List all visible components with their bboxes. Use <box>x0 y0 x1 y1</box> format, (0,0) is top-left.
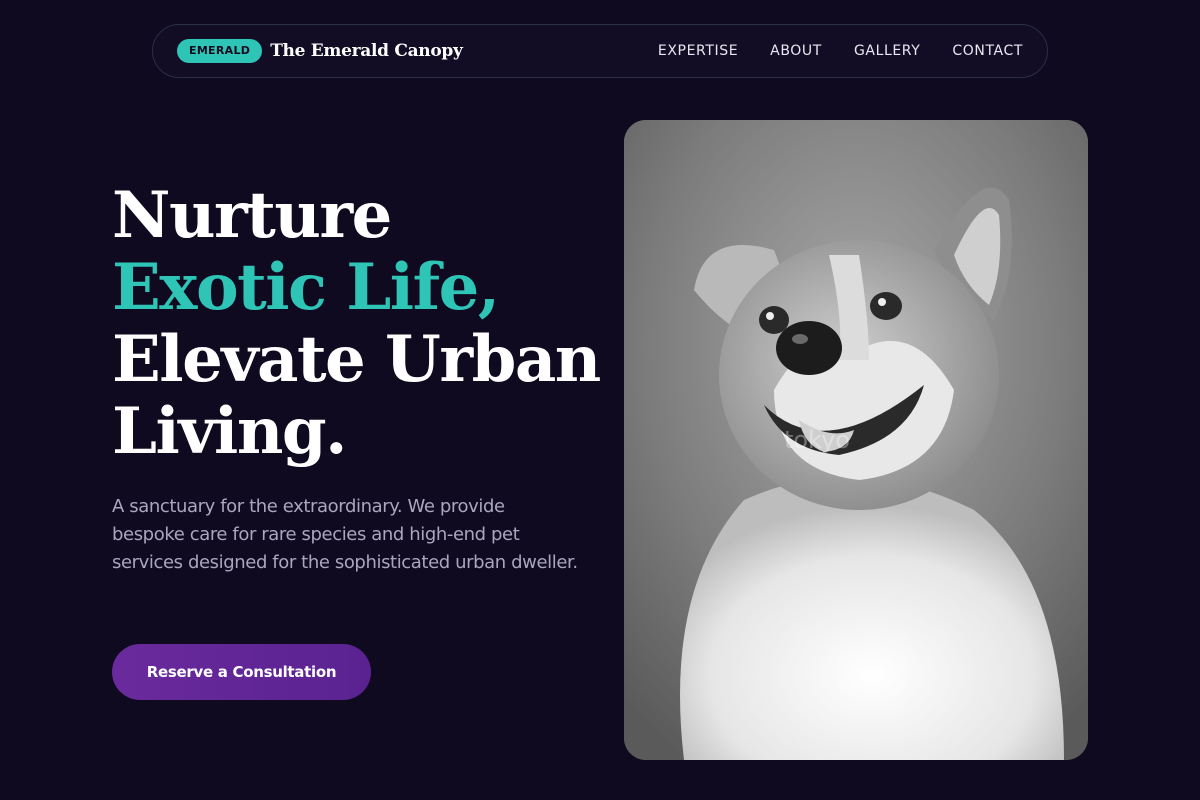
hero-title-line-3: Elevate Urban <box>112 322 601 397</box>
nav-link-expertise[interactable]: EXPERTISE <box>658 43 738 59</box>
hero-photo: tokyo <box>624 120 1088 760</box>
nav-links: EXPERTISE ABOUT GALLERY CONTACT <box>658 43 1023 59</box>
brand-name: The Emerald Canopy <box>270 41 463 61</box>
top-nav: EMERALD The Emerald Canopy EXPERTISE ABO… <box>152 24 1048 78</box>
corgi-photo-illustration: tokyo <box>624 120 1088 760</box>
landing-page: EMERALD The Emerald Canopy EXPERTISE ABO… <box>0 0 1200 800</box>
nav-link-contact[interactable]: CONTACT <box>952 43 1023 59</box>
hero-title-accent: Exotic Life, <box>112 250 500 325</box>
hero-title: Nurture Exotic Life, Elevate Urban Livin… <box>112 180 612 468</box>
brand-badge: EMERALD <box>177 39 263 63</box>
hero-description: A sanctuary for the extraordinary. We pr… <box>112 496 578 573</box>
nav-link-about[interactable]: ABOUT <box>770 43 822 59</box>
reserve-consultation-button[interactable]: Reserve a Consultation <box>112 644 371 700</box>
hero-title-line-4: Living. <box>112 394 347 469</box>
photo-watermark: tokyo <box>784 426 850 454</box>
brand[interactable]: EMERALD The Emerald Canopy <box>177 39 463 63</box>
nav-link-gallery[interactable]: GALLERY <box>854 43 920 59</box>
hero-title-line-1: Nurture <box>112 178 392 253</box>
